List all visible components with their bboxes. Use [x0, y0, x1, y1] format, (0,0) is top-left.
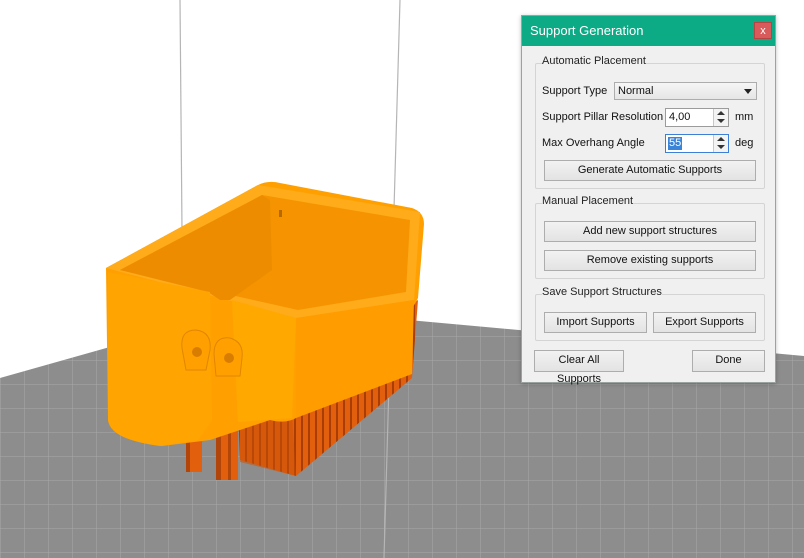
close-button[interactable]: x: [754, 22, 772, 39]
pillar-unit: mm: [735, 111, 754, 123]
support-generation-dialog: Support Generation x Automatic Placement…: [521, 15, 776, 385]
spin-arrows[interactable]: [713, 109, 728, 126]
import-supports-button[interactable]: Import Supports: [544, 312, 647, 333]
overhang-angle-label: Max Overhang Angle: [542, 137, 645, 149]
generate-automatic-supports-button[interactable]: Generate Automatic Supports: [544, 160, 756, 181]
manual-placement-title: Manual Placement: [542, 195, 634, 207]
spin-arrows[interactable]: [713, 135, 728, 152]
chevron-down-icon: [744, 89, 752, 94]
dialog-title: Support Generation: [530, 23, 644, 38]
spin-up-icon[interactable]: [717, 137, 725, 141]
add-support-structures-button[interactable]: Add new support structures: [544, 221, 756, 242]
angle-unit: deg: [735, 137, 754, 149]
automatic-placement-title: Automatic Placement: [542, 55, 646, 67]
overhang-angle-spinbox[interactable]: 55: [665, 134, 729, 153]
dialog-titlebar[interactable]: Support Generation x: [522, 16, 775, 46]
support-type-label: Support Type: [542, 85, 608, 97]
guide-line: [179, 0, 183, 231]
pillar-resolution-spinbox[interactable]: 4,00: [665, 108, 729, 127]
overhang-angle-value: 55: [668, 137, 683, 150]
done-button[interactable]: Done: [692, 350, 765, 372]
export-supports-button[interactable]: Export Supports: [653, 312, 756, 333]
remove-existing-supports-button[interactable]: Remove existing supports: [544, 250, 756, 271]
spin-down-icon[interactable]: [717, 145, 725, 149]
support-type-dropdown[interactable]: Normal: [614, 82, 757, 100]
automatic-placement-group: Automatic Placement Support Type Normal …: [535, 55, 765, 189]
pillar-resolution-label: Support Pillar Resolution: [542, 111, 664, 123]
spin-down-icon[interactable]: [717, 119, 725, 123]
manual-placement-group: Manual Placement Add new support structu…: [535, 195, 765, 279]
support-type-value: Normal: [618, 85, 654, 97]
spin-up-icon[interactable]: [717, 111, 725, 115]
save-support-structures-group: Save Support Structures Import Supports …: [535, 286, 765, 341]
save-support-structures-title: Save Support Structures: [542, 286, 662, 298]
clear-all-supports-button[interactable]: Clear All Supports: [534, 350, 624, 385]
pillar-resolution-value: 4,00: [669, 111, 691, 123]
